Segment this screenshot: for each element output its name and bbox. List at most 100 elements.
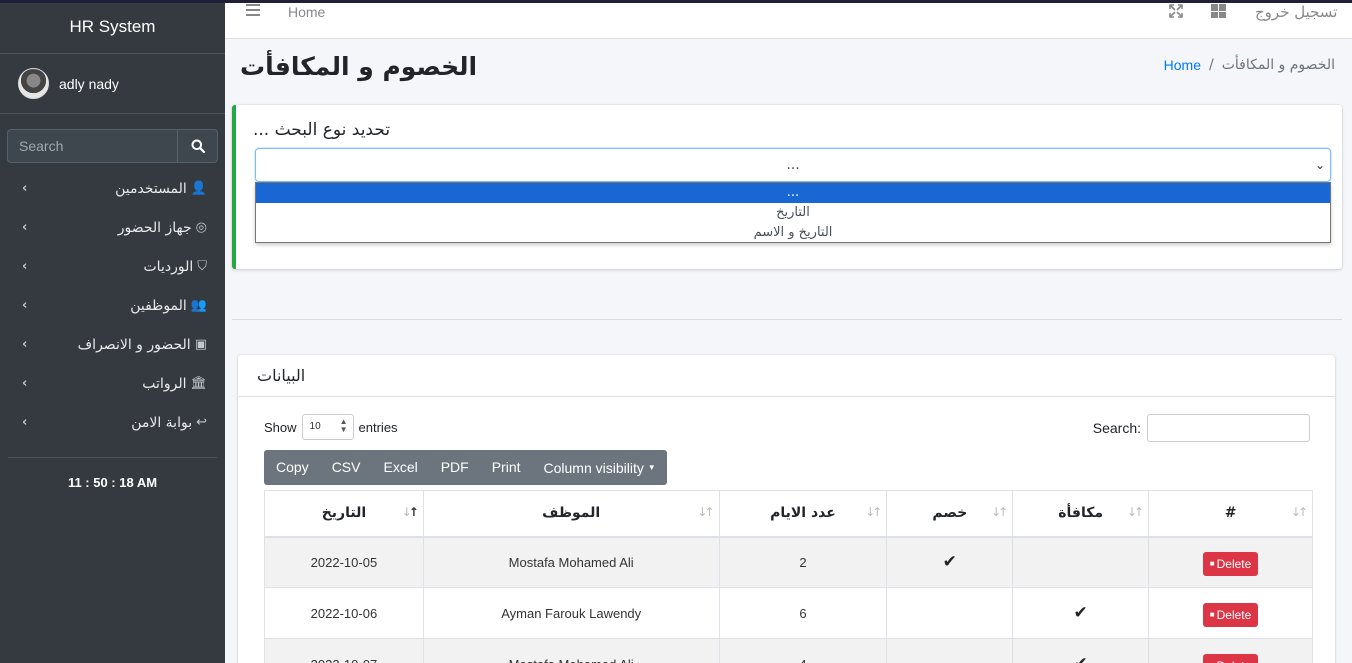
- sort-icon: ↑↓: [991, 505, 1008, 519]
- days-cell: 2: [718, 536, 888, 588]
- breadcrumb-home-link[interactable]: Home: [1164, 57, 1201, 73]
- search-type-option[interactable]: التاريخ: [256, 203, 1330, 223]
- table-row: 2022-10-07Mostafa Mohamed Ali4 ✔ ■Delete: [264, 638, 1313, 663]
- column-header[interactable]: خصم ↑↓: [886, 490, 1014, 538]
- delete-button[interactable]: ■Delete: [1202, 603, 1259, 627]
- user-name[interactable]: adly nady: [59, 76, 119, 92]
- date-cell: 2022-10-07: [264, 638, 424, 663]
- delete-button[interactable]: ■Delete: [1202, 654, 1259, 663]
- updown-arrows-icon: ▲ ▼: [339, 417, 348, 434]
- export-button-copy[interactable]: Copy: [264, 450, 320, 485]
- fullscreen-icon[interactable]: [1169, 4, 1183, 18]
- bonus-cell: ✔: [1012, 587, 1150, 639]
- sort-icon: ↑↓: [865, 505, 882, 519]
- export-button-label: Excel: [383, 459, 418, 475]
- column-header[interactable]: الموظف ↑↓: [422, 490, 720, 538]
- sidebar: HR System adly nady ‹ 👤المستخدمين ‹ ◎جهاز ا…: [0, 0, 225, 663]
- sidebar-item-4[interactable]: ‹ ▣ الحضور و الانصراف: [0, 325, 225, 364]
- deduction-cell: [886, 587, 1014, 639]
- column-header-label: خصم: [932, 505, 968, 522]
- brand-text: HR System: [69, 16, 156, 36]
- sidebar-item-label-wrap: 🏛 الرواتب: [142, 376, 207, 392]
- tags-icon: ⛉: [197, 259, 207, 274]
- top-border: [0, 0, 1352, 3]
- export-button-group: Copy CSV Excel PDF Print Column visibility ▼: [264, 450, 667, 485]
- breadcrumb: الخصوم و المكافأت / Home: [1164, 57, 1335, 73]
- export-button-label: PDF: [440, 459, 469, 475]
- users-icon: 👥: [190, 298, 207, 313]
- export-button-pdf[interactable]: PDF: [429, 450, 480, 485]
- brand-link[interactable]: HR System: [0, 0, 225, 54]
- logout-link[interactable]: تسجيل خروج: [1255, 3, 1337, 21]
- column-header[interactable]: # ↑↓: [1148, 490, 1313, 538]
- column-header-label: الموظف: [542, 505, 601, 522]
- sidebar-search: [7, 129, 218, 163]
- export-button-label: CSV: [331, 459, 361, 475]
- column-header-label: #: [1224, 505, 1237, 522]
- chevron-left-icon: ‹: [22, 181, 28, 196]
- page-length-select[interactable]: 10 ▲ ▼: [301, 414, 354, 440]
- page-title: الخصوم و المكافأت: [240, 52, 478, 81]
- table-search-input[interactable]: [1147, 414, 1310, 442]
- date-cell: 2022-10-05: [264, 536, 424, 588]
- check-icon: ✔: [942, 552, 957, 572]
- data-card-title: البيانات: [257, 366, 306, 385]
- sidebar-item-label-wrap: ↩ بوابة الامن: [131, 415, 207, 431]
- delete-label: Delete: [1216, 608, 1252, 622]
- sidebar-search-input[interactable]: [7, 129, 177, 163]
- sidebar-item-2[interactable]: ‹ ⛉ الورديات: [0, 247, 225, 286]
- menu-toggle-icon[interactable]: [246, 4, 260, 18]
- caret-down-icon: ▼: [647, 463, 656, 472]
- search-type-option[interactable]: التاريخ و الاسم: [256, 223, 1330, 243]
- sidebar-item-label: الحضور و الانصراف: [77, 336, 191, 353]
- chevron-left-icon: ‹: [22, 376, 28, 391]
- sidebar-item-6[interactable]: ‹ ↩ بوابة الامن: [0, 403, 225, 442]
- export-button-excel[interactable]: Excel: [371, 450, 428, 485]
- search-type-select[interactable]: ... ⌄: [255, 148, 1331, 182]
- sidebar-item-1[interactable]: ‹ ◎ جهاز الحضور: [0, 208, 225, 247]
- sidebar-item-0[interactable]: ‹ 👤 المستخدمين: [0, 169, 225, 208]
- id-badge-icon: ▣: [194, 337, 207, 352]
- clock: 11 : 50 : 18 AM: [67, 475, 158, 490]
- bank-icon: 🏛: [190, 376, 207, 391]
- sidebar-item-3[interactable]: ‹ 👥 الموظفين: [0, 286, 225, 325]
- check-icon: ✔: [1073, 603, 1088, 622]
- sidebar-item-5[interactable]: ‹ 🏛 الرواتب: [0, 364, 225, 403]
- chevron-left-icon: ‹: [22, 220, 28, 235]
- sidebar-item-label-wrap: ⛉ الورديات: [144, 259, 208, 275]
- search-type-option[interactable]: ...: [256, 183, 1330, 203]
- sidebar-item-label: المستخدمين: [115, 180, 187, 197]
- action-cell: ■Delete: [1148, 536, 1313, 588]
- data-card: البيانات Show 10 ▲ ▼ entries Search: Copy…: [238, 355, 1335, 663]
- bonus-cell: ✔: [1012, 638, 1150, 663]
- delete-button[interactable]: ■Delete: [1202, 552, 1259, 577]
- user-icon: 👤: [190, 181, 207, 196]
- column-header-label: التاريخ: [321, 505, 367, 522]
- column-header-label: عدد الايام: [770, 505, 836, 522]
- sidebar-search-button[interactable]: [177, 129, 218, 163]
- action-cell: ■Delete: [1148, 638, 1313, 663]
- breadcrumb-current: الخصوم و المكافأت: [1221, 57, 1335, 73]
- employee-cell: Mostafa Mohamed Ali: [422, 536, 720, 588]
- table-body: 2022-10-05 Mostafa Mohamed Ali 2 ✔ ■ Delete 20…: [264, 536, 1313, 663]
- sidebar-divider: [8, 457, 217, 458]
- export-button-column-visibility[interactable]: Column visibility ▼: [532, 450, 667, 485]
- sidebar-nav: ‹ 👤 المستخدمين ‹ ◎ جهاز الحضور ‹ ⛉ الورديات ‹ 👥 الم…: [0, 169, 225, 442]
- sidebar-item-label: الموظفين: [130, 297, 187, 314]
- column-header[interactable]: مكافأة ↑↓: [1012, 490, 1150, 538]
- column-header[interactable]: عدد الايام ↑↓: [718, 490, 888, 538]
- export-button-csv[interactable]: CSV: [320, 450, 372, 485]
- chevron-left-icon: ‹: [22, 259, 28, 274]
- sidebar-item-label-wrap: 👤 المستخدمين: [115, 181, 207, 197]
- employee-cell: Ayman Farouk Lawendy: [422, 587, 720, 639]
- employee-cell: Mostafa Mohamed Ali: [422, 638, 720, 663]
- avatar[interactable]: [18, 68, 49, 99]
- section-divider: [232, 319, 1342, 320]
- check-icon: ✔: [1074, 654, 1088, 663]
- nav-home-link[interactable]: Home: [288, 4, 325, 20]
- bonus-cell: [1012, 536, 1150, 588]
- top-navbar: Home تسجيل خروج: [225, 3, 1352, 39]
- column-header[interactable]: التاريخ ↑↓: [264, 490, 424, 538]
- apps-grid-icon[interactable]: [1211, 4, 1226, 18]
- export-button-print[interactable]: Print: [480, 450, 532, 485]
